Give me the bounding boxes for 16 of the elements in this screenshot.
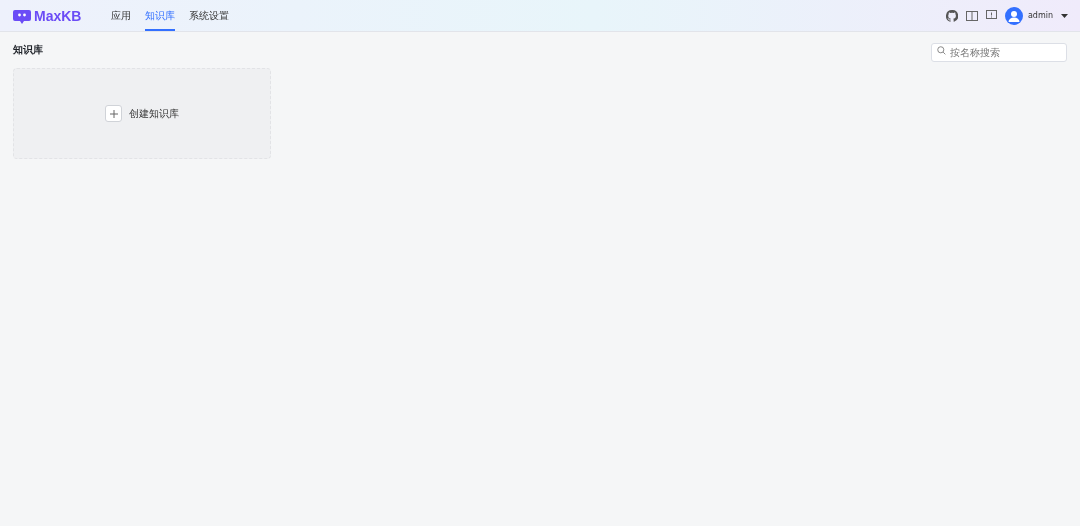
logo-text: MaxKB — [34, 7, 82, 24]
nav-tab[interactable]: 系统设置 — [189, 0, 229, 31]
caret-icon[interactable] — [1061, 13, 1068, 18]
search-field[interactable]: 按名称搜索 — [931, 42, 1067, 62]
avatar-icon[interactable] — [1004, 6, 1023, 25]
create-card[interactable]: 创建知识库 — [13, 68, 271, 159]
plus-icon — [105, 105, 122, 122]
user-name[interactable]: admin — [1027, 11, 1053, 20]
search-icon — [937, 45, 946, 55]
page-title: 知识库 — [13, 43, 43, 57]
create-label: 创建知识库 — [129, 106, 179, 121]
book-icon[interactable] — [965, 10, 978, 21]
robot-icon — [13, 7, 31, 24]
github-icon[interactable] — [945, 9, 958, 22]
nav-tab[interactable]: 知识库 — [145, 0, 175, 31]
nav-tab[interactable]: 应用 — [111, 0, 131, 31]
